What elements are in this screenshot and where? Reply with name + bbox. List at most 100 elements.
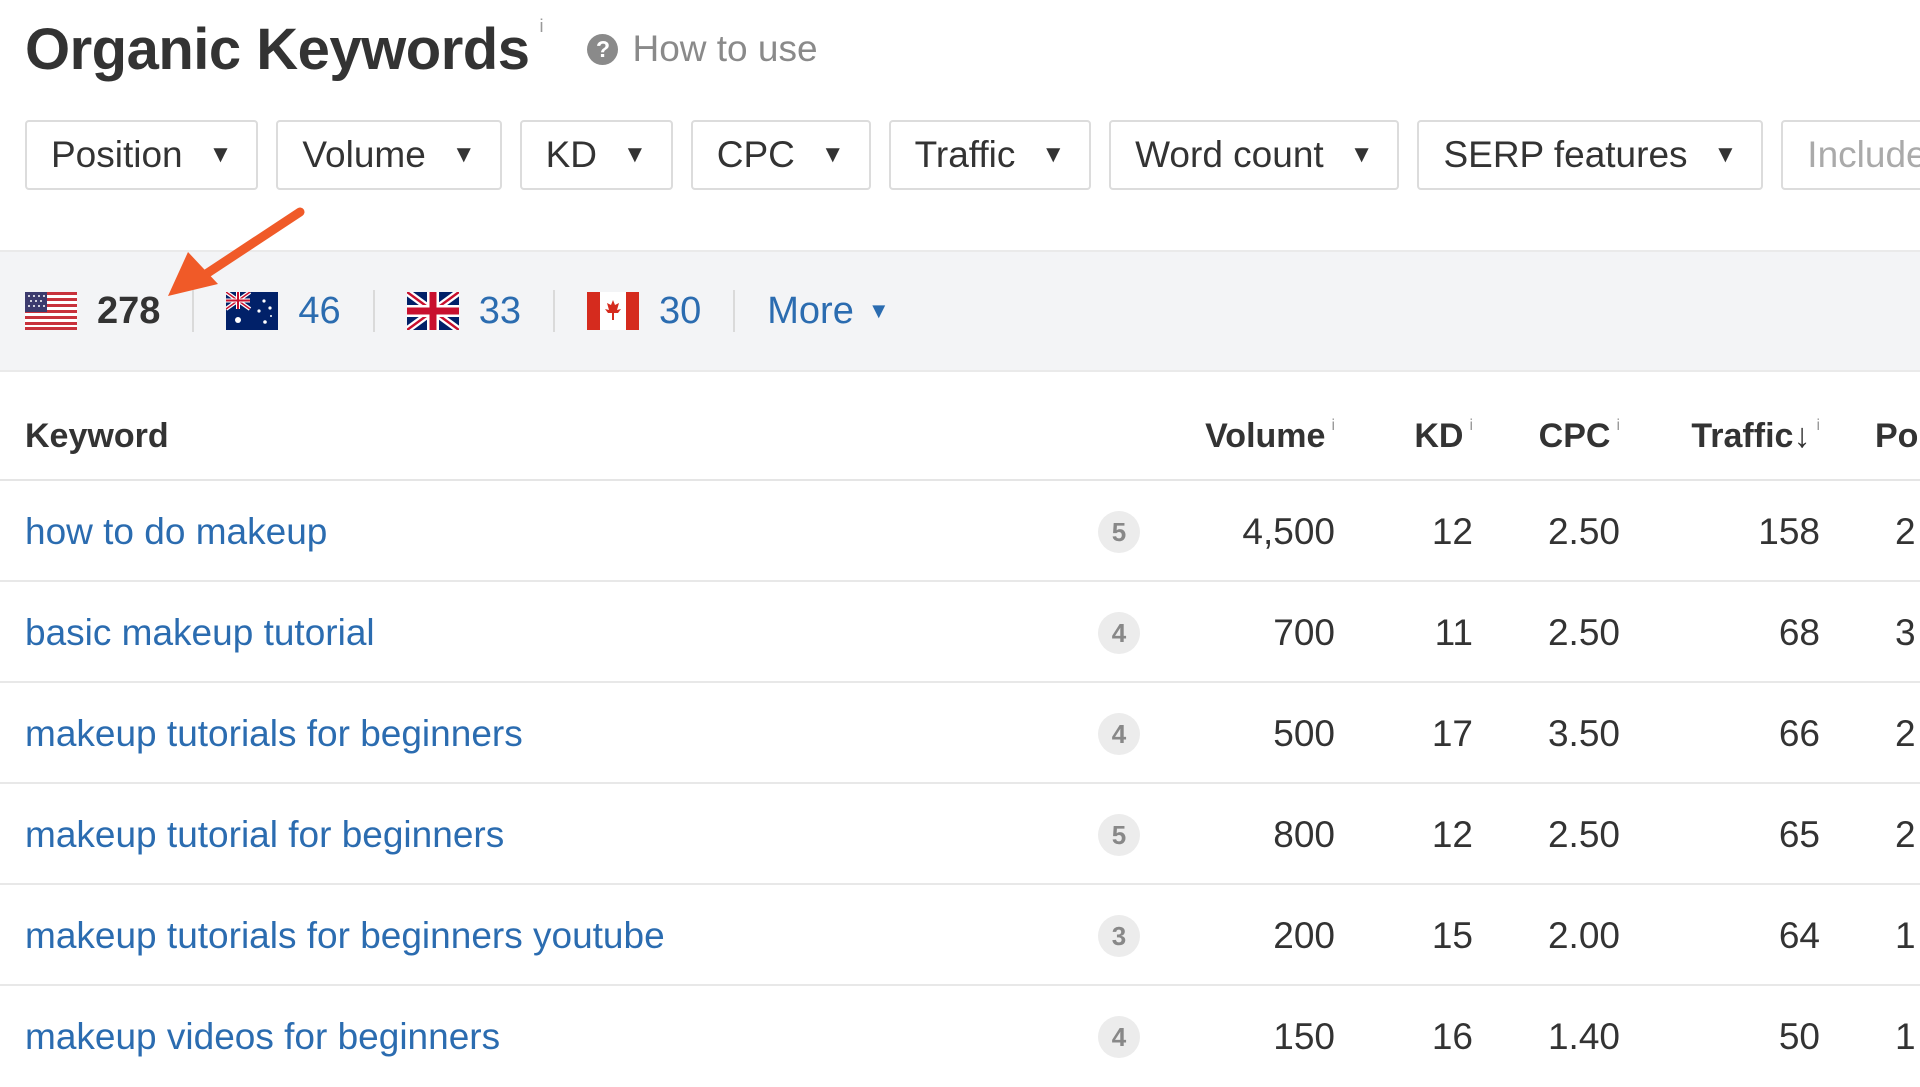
traffic-cell: 66	[1778, 713, 1820, 754]
info-icon[interactable]: i	[1816, 417, 1820, 434]
filter-label: Position	[51, 134, 183, 175]
country-uk[interactable]: 33	[406, 290, 521, 333]
word-count-badge: 3	[1098, 915, 1140, 957]
us-flag-icon	[25, 292, 77, 330]
position-cell: 1	[1895, 1016, 1916, 1057]
keyword-link[interactable]: makeup tutorial for beginners	[25, 814, 504, 856]
filter-word-count[interactable]: Word count ▼	[1109, 120, 1400, 190]
position-cell: 3	[1895, 612, 1916, 653]
filter-traffic[interactable]: Traffic ▼	[888, 120, 1092, 190]
column-label: Volume	[1205, 417, 1326, 455]
keyword-link[interactable]: makeup tutorials for beginners	[25, 713, 523, 755]
filter-label: Traffic	[914, 134, 1016, 175]
keyword-link[interactable]: makeup videos for beginners	[25, 1016, 500, 1058]
country-count: 278	[97, 289, 161, 332]
keyword-link[interactable]: makeup tutorials for beginners youtube	[25, 915, 665, 957]
traffic-cell: 64	[1778, 915, 1820, 956]
kd-cell: 16	[1431, 1016, 1473, 1057]
help-icon: ?	[587, 33, 619, 65]
kd-cell: 15	[1431, 915, 1473, 956]
column-label: CPC	[1538, 417, 1611, 455]
filter-position[interactable]: Position ▼	[25, 120, 259, 190]
keyword-link[interactable]: basic makeup tutorial	[25, 612, 375, 654]
traffic-cell: 65	[1778, 814, 1820, 855]
filter-bar: Position ▼ Volume ▼ KD ▼ CPC ▼ Traffic ▼…	[25, 120, 1920, 190]
title-info-icon[interactable]: i	[539, 16, 543, 37]
column-keyword[interactable]: Keyword	[25, 417, 169, 456]
volume-cell: 150	[1273, 1016, 1335, 1057]
cpc-cell: 2.00	[1547, 915, 1620, 956]
filter-kd[interactable]: KD ▼	[519, 120, 673, 190]
annotation-arrow-icon	[168, 207, 305, 296]
divider	[552, 290, 555, 332]
column-volume[interactable]: Volume i	[1205, 417, 1335, 456]
more-label: More	[767, 289, 854, 332]
caret-down-icon: ▼	[1349, 141, 1374, 168]
volume-cell: 700	[1273, 612, 1335, 653]
word-count-badge: 5	[1098, 511, 1140, 553]
country-count: 30	[658, 289, 702, 332]
column-label: Traffic	[1691, 417, 1794, 455]
include-input[interactable]: Include	[1781, 120, 1920, 190]
table-header: Keyword Volume i KD i CPC i Traffic↓ i Po	[0, 385, 1920, 481]
how-to-use-link[interactable]: ? How to use	[587, 28, 818, 70]
table-row: makeup tutorials for beginners youtube 3…	[0, 885, 1920, 986]
position-cell: 1	[1895, 915, 1916, 956]
position-cell: 2	[1895, 814, 1916, 855]
filter-cpc[interactable]: CPC ▼	[690, 120, 871, 190]
column-label: KD	[1414, 417, 1464, 455]
info-icon[interactable]: i	[1331, 417, 1335, 434]
caret-down-icon: ▼	[820, 141, 845, 168]
volume-cell: 200	[1273, 915, 1335, 956]
traffic-cell: 50	[1778, 1016, 1820, 1057]
cpc-cell: 1.40	[1547, 1016, 1620, 1057]
page-title: Organic Keywords	[25, 16, 530, 82]
cpc-cell: 2.50	[1547, 814, 1620, 855]
sort-desc-icon: ↓	[1793, 417, 1811, 455]
keywords-table: Keyword Volume i KD i CPC i Traffic↓ i Po ho…	[0, 385, 1920, 1087]
page: Organic Keywords i ? How to use Position…	[0, 0, 1920, 1080]
word-count-badge: 4	[1098, 713, 1140, 755]
table-row: how to do makeup 5 4,500 12 2.50 158 2	[0, 481, 1920, 582]
filter-label: SERP features	[1443, 134, 1688, 175]
kd-cell: 12	[1431, 511, 1473, 552]
how-to-use-label: How to use	[632, 28, 818, 69]
column-traffic[interactable]: Traffic↓ i	[1691, 417, 1820, 456]
column-cpc[interactable]: CPC i	[1539, 417, 1620, 456]
filter-serp-features[interactable]: SERP features ▼	[1417, 120, 1764, 190]
more-countries-button[interactable]: More ▼	[767, 290, 889, 333]
caret-down-icon: ▼	[1041, 141, 1066, 168]
filter-label: Word count	[1135, 134, 1324, 175]
caret-down-icon: ▼	[867, 298, 890, 323]
country-list: 278 46 33 30 More ▼	[25, 252, 890, 370]
volume-cell: 500	[1273, 713, 1335, 754]
country-us[interactable]: 278	[25, 290, 160, 333]
position-cell: 2	[1895, 713, 1916, 754]
info-icon[interactable]: i	[1469, 417, 1473, 434]
word-count-badge: 5	[1098, 814, 1140, 856]
traffic-cell: 158	[1758, 511, 1820, 552]
kd-cell: 17	[1431, 713, 1473, 754]
column-kd[interactable]: KD i	[1414, 417, 1473, 456]
table-row: makeup videos for beginners 4 150 16 1.4…	[0, 986, 1920, 1087]
country-ca[interactable]: 30	[586, 289, 702, 333]
kd-cell: 12	[1431, 814, 1473, 855]
caret-down-icon: ▼	[623, 141, 647, 168]
include-placeholder: Include	[1807, 134, 1920, 175]
page-header: Organic Keywords i ? How to use	[25, 14, 818, 84]
filter-label: CPC	[716, 134, 795, 175]
keyword-link[interactable]: how to do makeup	[25, 511, 327, 553]
caret-down-icon: ▼	[451, 141, 476, 168]
cpc-cell: 3.50	[1547, 713, 1620, 754]
cpc-cell: 2.50	[1547, 612, 1620, 653]
column-position[interactable]: Po	[1875, 417, 1918, 456]
uk-flag-icon	[406, 292, 459, 330]
divider	[733, 290, 736, 332]
info-icon[interactable]: i	[1616, 417, 1620, 434]
word-count-badge: 4	[1098, 612, 1140, 654]
traffic-cell: 68	[1778, 612, 1820, 653]
volume-cell: 4,500	[1242, 511, 1335, 552]
volume-cell: 800	[1273, 814, 1335, 855]
filter-volume[interactable]: Volume ▼	[276, 120, 502, 190]
caret-down-icon: ▼	[208, 141, 233, 168]
